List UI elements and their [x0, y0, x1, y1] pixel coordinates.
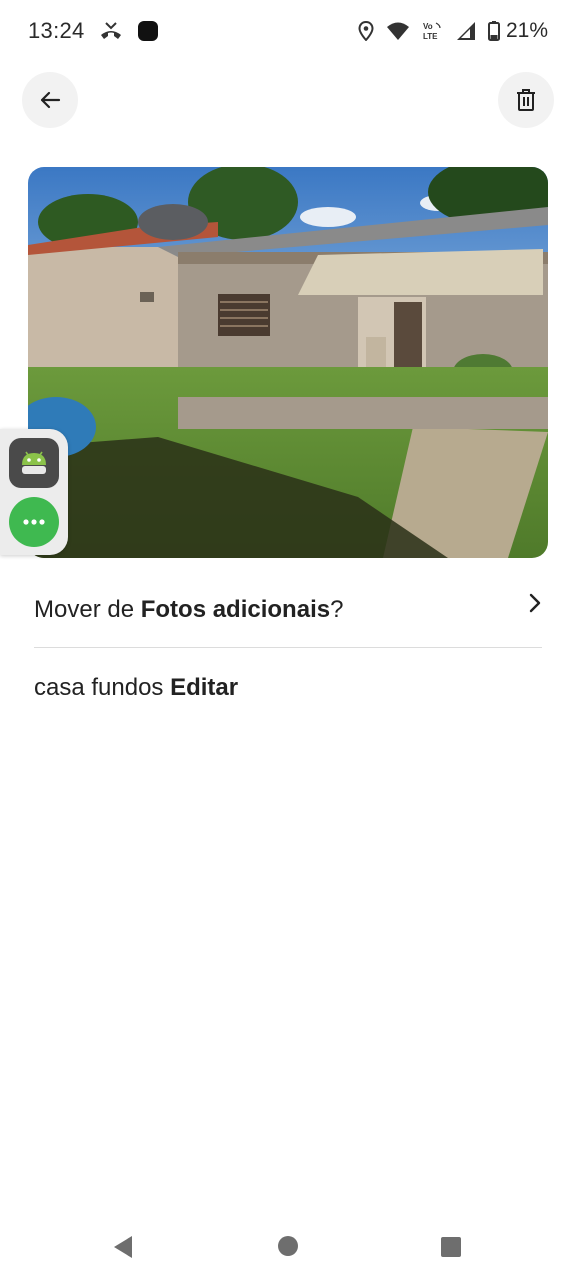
chevron-right-icon — [529, 593, 541, 613]
nav-back-icon[interactable] — [112, 1235, 134, 1259]
status-bar-right: Vo LTE 21% — [346, 19, 548, 43]
move-album-text: Mover de Fotos adicionais? — [34, 596, 343, 624]
status-bar-left: 13:24 — [28, 18, 159, 44]
android-assistant-icon — [22, 451, 46, 474]
more-button[interactable] — [9, 497, 59, 547]
delete-button[interactable] — [498, 72, 554, 128]
divider — [34, 647, 542, 648]
signal-icon — [456, 22, 475, 40]
edit-caption-link[interactable]: Editar — [170, 674, 238, 702]
svg-text:LTE: LTE — [423, 32, 438, 41]
back-button[interactable] — [22, 72, 78, 128]
status-bar: 13:24 Vo LTE 21% — [0, 0, 576, 62]
battery-icon — [487, 21, 500, 41]
caption-row: casa fundos Editar — [34, 668, 542, 708]
svg-text:Vo: Vo — [423, 22, 433, 31]
assistant-button[interactable] — [9, 438, 59, 488]
navigation-bar — [0, 1210, 576, 1280]
wifi-icon — [386, 22, 409, 40]
move-album-row[interactable]: Mover de Fotos adicionais? — [34, 588, 542, 632]
arrow-left-icon — [40, 91, 61, 109]
battery-percent: 21% — [505, 19, 548, 42]
missed-call-icon — [100, 22, 121, 39]
app-notification-icon — [137, 21, 158, 41]
floating-side-widget — [0, 429, 68, 555]
volte-icon: Vo LTE — [423, 22, 441, 41]
status-time: 13:24 — [28, 18, 85, 43]
photo-illustration — [28, 167, 548, 558]
more-dots-icon — [23, 519, 45, 525]
move-suffix: ? — [330, 596, 344, 623]
trash-icon — [517, 89, 535, 111]
album-name: Fotos adicionais — [140, 596, 331, 623]
screen: 13:24 Vo LTE 21% Mover de Fotos adiciona… — [0, 0, 576, 1280]
nav-recents-icon[interactable] — [440, 1236, 462, 1258]
photo-caption: casa fundos — [34, 674, 164, 701]
nav-home-icon[interactable] — [277, 1235, 299, 1257]
move-prefix: Mover de — [34, 596, 141, 623]
location-icon — [358, 21, 374, 41]
house-photo[interactable] — [28, 167, 548, 558]
